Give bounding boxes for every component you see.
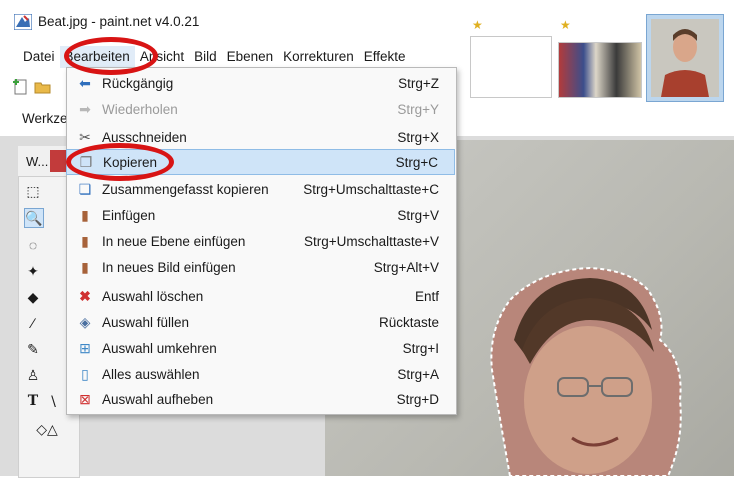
delete-selection-icon: ✖: [79, 287, 91, 304]
menu-item-shortcut: Strg+D: [396, 391, 439, 407]
paste-icon: ▮: [81, 206, 89, 223]
menu-item-label: Alles auswählen: [102, 366, 200, 382]
menu-korrekturen[interactable]: Korrekturen: [278, 46, 359, 68]
clone-stamp-icon[interactable]: ♙: [24, 366, 42, 384]
title-bar: Beat.jpg - paint.net v4.0.21: [0, 0, 460, 38]
fill-selection-icon: ◈: [79, 313, 91, 330]
menu-item-label: In neue Ebene einfügen: [102, 233, 246, 249]
thumbnail-photo-two-people[interactable]: [558, 42, 642, 98]
menu-item-paste-new-image[interactable]: ▮ In neues Bild einfügen Strg+Alt+V: [66, 254, 455, 280]
tools-panel-title: W...: [26, 154, 49, 169]
toolbar: [10, 74, 70, 104]
zoom-icon[interactable]: 🔍: [24, 208, 44, 228]
menu-datei[interactable]: Datei: [18, 46, 60, 68]
text-tool-icon[interactable]: T: [24, 392, 42, 410]
menu-item-label: Auswahl löschen: [102, 288, 204, 304]
menu-item-label: Auswahl füllen: [102, 314, 190, 330]
menu-effekte[interactable]: Effekte: [359, 46, 411, 68]
menu-item-label: Rückgängig: [102, 75, 174, 91]
selected-face-region[interactable]: [470, 260, 734, 476]
menu-item-label: In neues Bild einfügen: [102, 259, 236, 275]
menu-item-label: Auswahl umkehren: [102, 340, 217, 356]
shapes-icon[interactable]: ◇△: [30, 420, 64, 438]
ellipse-select-icon[interactable]: ◌: [24, 236, 42, 254]
menu-item-shortcut: Strg+V: [397, 207, 439, 223]
select-all-icon: ▯: [81, 365, 89, 382]
menu-item-redo[interactable]: ➡ Wiederholen Strg+Y: [66, 96, 455, 122]
menu-item-select-all[interactable]: ▯ Alles auswählen Strg+A: [66, 361, 455, 387]
menu-item-shortcut: Strg+C: [395, 154, 438, 170]
rectangle-select-icon[interactable]: ⬚: [24, 182, 42, 200]
paste-image-icon: ▮: [81, 258, 89, 275]
line-curve-icon[interactable]: ∖: [44, 392, 62, 410]
paintbrush-icon[interactable]: ∕: [24, 314, 42, 332]
menu-bild[interactable]: Bild: [189, 46, 222, 68]
menu-item-fill-selection[interactable]: ◈ Auswahl füllen Rücktaste: [66, 309, 455, 335]
portrait-thumbnail-icon: [651, 19, 719, 97]
scissors-icon: ✂: [79, 128, 91, 145]
menu-item-shortcut: Entf: [414, 288, 439, 304]
menu-item-shortcut: Strg+Alt+V: [373, 259, 439, 275]
pencil-icon[interactable]: ✎: [24, 340, 42, 358]
new-image-icon[interactable]: [12, 78, 30, 96]
menu-item-label: Einfügen: [102, 207, 156, 223]
menu-item-paste[interactable]: ▮ Einfügen Strg+V: [66, 202, 455, 228]
magic-wand-icon[interactable]: ✦: [24, 262, 42, 280]
menu-item-label: Zusammengefasst kopieren: [102, 181, 269, 197]
redo-icon: ➡: [79, 100, 91, 117]
paint-bucket-icon[interactable]: ◆: [24, 288, 42, 306]
copy-merged-icon: ❏: [78, 180, 92, 197]
menu-item-invert-selection[interactable]: ⊞ Auswahl umkehren Strg+I: [66, 335, 455, 361]
menu-item-delete-selection[interactable]: ✖ Auswahl löschen Entf: [66, 283, 455, 309]
star-icon: ★: [560, 18, 571, 32]
invert-selection-icon: ⊞: [79, 339, 91, 356]
annotation-circle-kopieren: [66, 143, 174, 181]
menu-item-shortcut: Strg+Umschalttaste+V: [303, 233, 439, 249]
annotation-circle-bearbeiten: [64, 37, 158, 75]
menu-item-deselect[interactable]: ⊠ Auswahl aufheben Strg+D: [66, 386, 455, 412]
undo-icon: ⬅: [79, 74, 91, 91]
menu-item-label: Wiederholen: [102, 101, 178, 117]
menu-ebenen[interactable]: Ebenen: [222, 46, 279, 68]
thumbnail-beat-active[interactable]: [646, 14, 724, 102]
menu-item-label: Auswahl aufheben: [102, 391, 214, 407]
menu-item-shortcut: Strg+A: [397, 366, 439, 382]
menu-item-shortcut: Strg+Umschalttaste+C: [303, 181, 439, 197]
thumbnail-blank[interactable]: [470, 36, 552, 98]
paste-layer-icon: ▮: [81, 232, 89, 249]
menu-item-shortcut: Rücktaste: [378, 314, 439, 330]
open-folder-icon[interactable]: [34, 78, 52, 96]
window-title: Beat.jpg - paint.net v4.0.21: [38, 14, 200, 29]
paintnet-app-icon: [14, 14, 32, 30]
tools-label: Werkze: [22, 111, 68, 126]
deselect-icon: ⊠: [79, 390, 91, 407]
star-icon: ★: [472, 18, 483, 32]
menu-item-shortcut: Strg+I: [402, 340, 439, 356]
menu-item-shortcut: Strg+X: [397, 129, 439, 145]
menu-item-paste-new-layer[interactable]: ▮ In neue Ebene einfügen Strg+Umschaltta…: [66, 228, 455, 254]
menu-item-shortcut: Strg+Y: [397, 101, 439, 117]
menu-item-shortcut: Strg+Z: [398, 75, 439, 91]
